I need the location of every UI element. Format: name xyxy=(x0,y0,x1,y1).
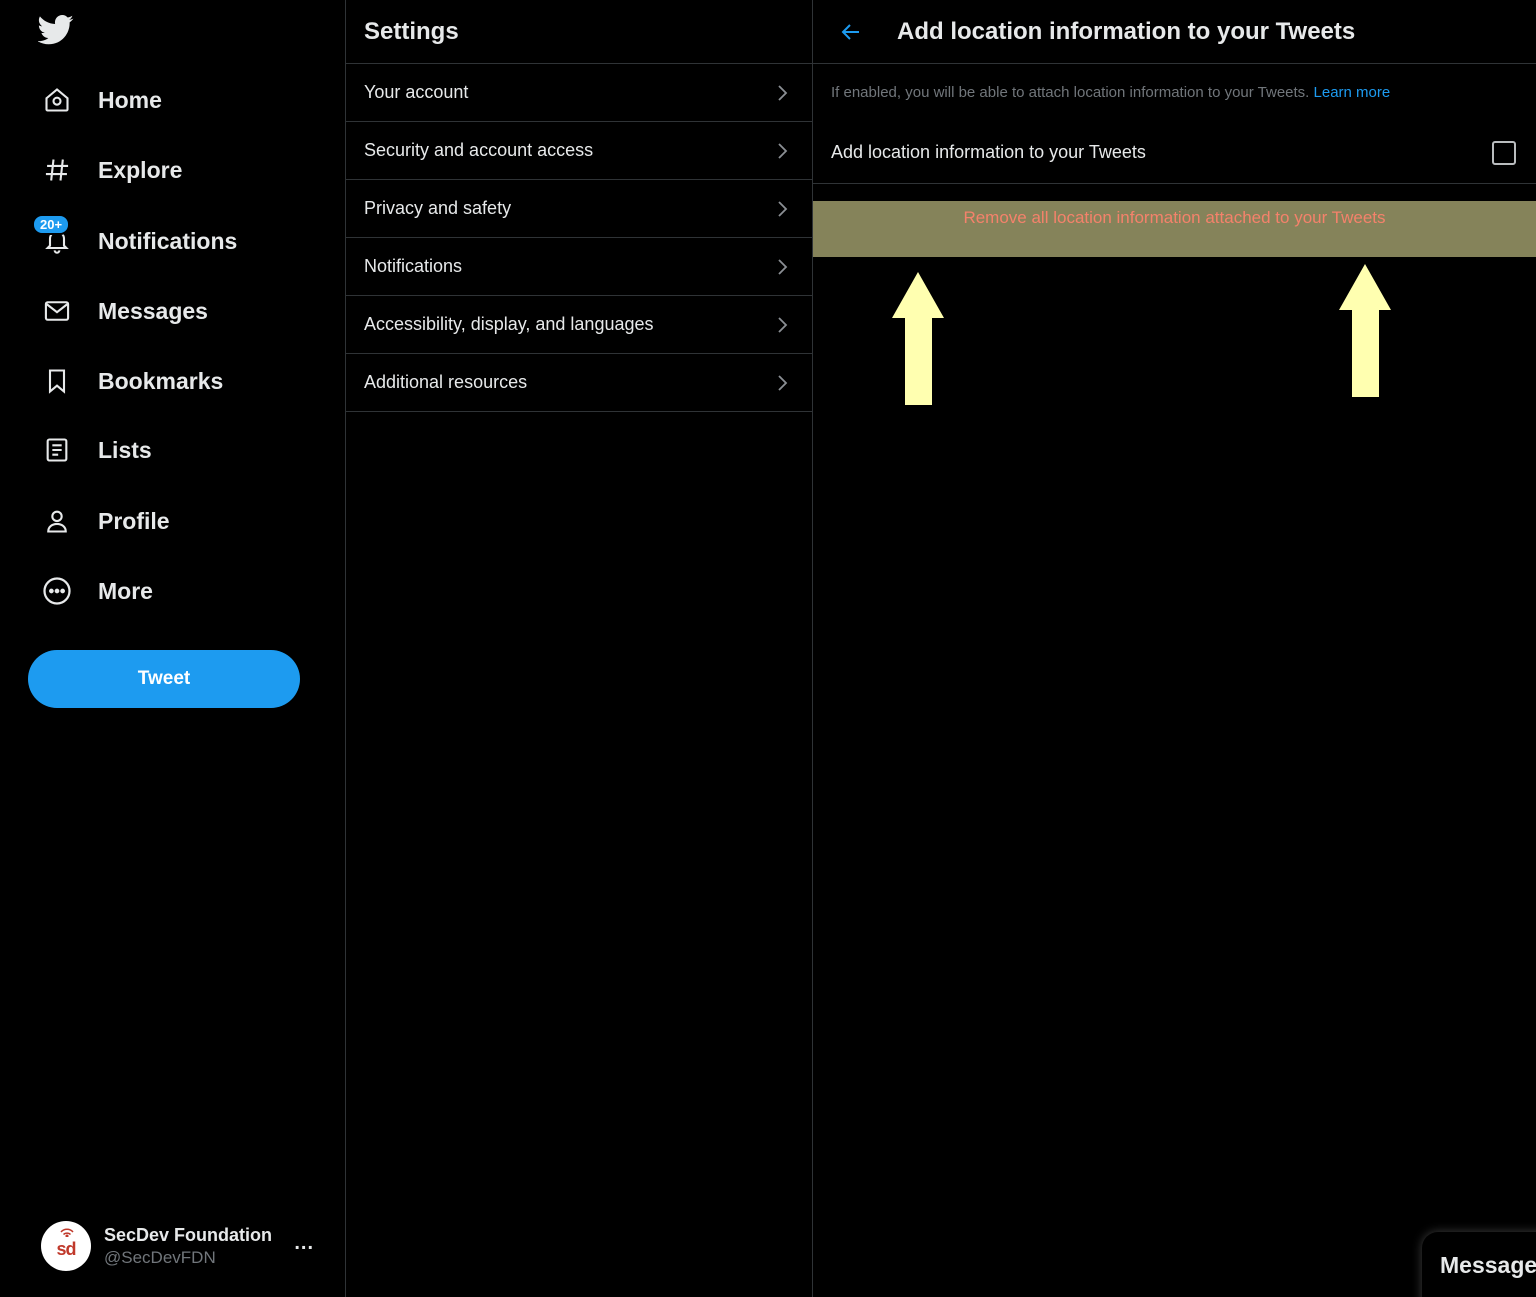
account-switcher[interactable]: sd SecDev Foundation @SecDevFDN ... xyxy=(30,1210,330,1282)
detail-column: Add location information to your Tweets … xyxy=(813,0,1536,1297)
nav-bookmarks[interactable]: Bookmarks xyxy=(30,353,290,409)
location-description: If enabled, you will be able to attach l… xyxy=(813,64,1536,122)
bell-icon: 20+ xyxy=(32,214,72,256)
primary-sidebar: Home Explore 20+ Notifications Messages xyxy=(0,0,345,1297)
chevron-right-icon xyxy=(778,258,788,275)
settings-item-label: Notifications xyxy=(364,256,463,276)
avatar-initials: sd xyxy=(56,1238,76,1259)
more-circle-icon xyxy=(42,576,72,606)
home-icon xyxy=(42,85,72,115)
settings-item-additional-resources[interactable]: Additional resources xyxy=(346,354,812,412)
location-toggle-label: Add location information to your Tweets xyxy=(831,142,1146,162)
nav-lists-label: Lists xyxy=(98,436,152,463)
avatar: sd xyxy=(41,1221,91,1271)
nav-explore-label: Explore xyxy=(98,156,183,183)
chevron-right-icon xyxy=(778,200,788,217)
nav-messages[interactable]: Messages xyxy=(30,283,290,339)
nav-more[interactable]: More xyxy=(30,563,290,619)
location-checkbox[interactable] xyxy=(1492,140,1516,165)
bookmark-icon xyxy=(42,366,72,396)
chevron-right-icon xyxy=(778,84,788,101)
settings-item-accessibility[interactable]: Accessibility, display, and languages xyxy=(346,296,812,354)
person-icon xyxy=(42,506,72,536)
back-arrow-icon xyxy=(841,23,859,40)
settings-title: Settings xyxy=(364,17,459,45)
list-icon xyxy=(42,435,72,465)
chevron-right-icon xyxy=(778,374,788,391)
annotation-arrow-up-icon xyxy=(892,272,944,405)
settings-item-label: Accessibility, display, and languages xyxy=(364,314,654,334)
page-title: Add location information to your Tweets xyxy=(897,17,1356,45)
settings-item-label: Additional resources xyxy=(364,372,528,392)
settings-column: Settings Your account Security and accou… xyxy=(345,0,813,1297)
nav-profile-label: Profile xyxy=(98,507,170,534)
remove-location-label: Remove all location information attached… xyxy=(963,208,1386,227)
settings-item-label: Your account xyxy=(364,82,469,102)
settings-item-notifications[interactable]: Notifications xyxy=(346,238,812,296)
description-text: If enabled, you will be able to attach l… xyxy=(831,84,1310,101)
nav-notifications[interactable]: 20+ Notifications xyxy=(30,213,290,269)
chevron-right-icon xyxy=(778,316,788,333)
nav-notifications-label: Notifications xyxy=(98,227,238,254)
settings-item-security[interactable]: Security and account access xyxy=(346,122,812,180)
detail-header: Add location information to your Tweets xyxy=(813,0,1536,64)
account-display-name: SecDev Foundation xyxy=(104,1224,273,1245)
tweet-button[interactable]: Tweet xyxy=(28,650,300,708)
nav-profile[interactable]: Profile xyxy=(30,493,290,549)
settings-item-label: Security and account access xyxy=(364,140,594,160)
nav-bookmarks-label: Bookmarks xyxy=(98,367,224,394)
notification-count-badge: 20+ xyxy=(32,214,71,235)
settings-item-label: Privacy and safety xyxy=(364,198,512,218)
nav-lists[interactable]: Lists xyxy=(30,422,290,478)
messages-drawer[interactable]: Messages xyxy=(1422,1232,1536,1297)
hashtag-icon xyxy=(42,155,72,185)
annotation-arrow-up-icon xyxy=(1339,264,1391,397)
app-root: Home Explore 20+ Notifications Messages xyxy=(0,0,1536,1297)
nav-home-label: Home xyxy=(98,86,162,113)
remove-location-button[interactable]: Remove all location information attached… xyxy=(813,201,1536,257)
location-toggle-row[interactable]: Add location information to your Tweets xyxy=(813,122,1536,184)
account-handle: @SecDevFDN xyxy=(104,1247,216,1267)
back-button[interactable] xyxy=(831,12,871,52)
learn-more-link[interactable]: Learn more xyxy=(1314,84,1391,101)
settings-item-privacy[interactable]: Privacy and safety xyxy=(346,180,812,238)
settings-header: Settings xyxy=(346,0,812,64)
chevron-right-icon xyxy=(778,142,788,159)
account-names: SecDev Foundation @SecDevFDN xyxy=(104,1225,272,1268)
nav-messages-label: Messages xyxy=(98,297,208,324)
twitter-logo-icon[interactable] xyxy=(37,14,76,48)
envelope-icon xyxy=(42,296,72,326)
messages-drawer-label: Messages xyxy=(1440,1252,1536,1278)
nav-more-label: More xyxy=(98,577,153,604)
account-more-icon[interactable]: ... xyxy=(294,1232,314,1255)
nav-home[interactable]: Home xyxy=(30,72,290,128)
signal-waves-icon xyxy=(60,1228,74,1237)
settings-item-your-account[interactable]: Your account xyxy=(346,64,812,122)
nav-explore[interactable]: Explore xyxy=(30,142,290,198)
